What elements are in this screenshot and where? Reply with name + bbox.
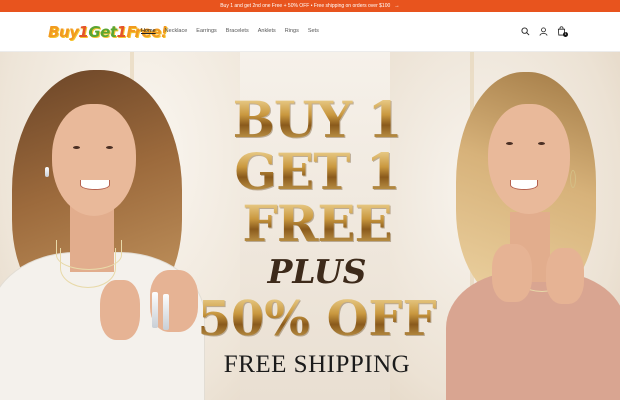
- main-nav: Home Necklace Earrings Bracelets Anklets…: [141, 28, 319, 34]
- headline-discount: 50% OFF: [188, 292, 446, 346]
- announcement-bar[interactable]: Buy 1 and get 2nd one Free + 50% OFF • F…: [0, 0, 620, 12]
- arrow-right-icon: →: [394, 3, 400, 9]
- nav-rings[interactable]: Rings: [285, 28, 299, 34]
- nav-necklace[interactable]: Necklace: [165, 28, 188, 34]
- headline-free-shipping: FREE SHIPPING: [223, 351, 411, 378]
- nav-bracelets[interactable]: Bracelets: [226, 28, 249, 34]
- nav-sets[interactable]: Sets: [308, 28, 319, 34]
- model-right-image: [440, 52, 620, 400]
- headline-plus: PLUS: [267, 252, 367, 291]
- model-left-image: [0, 52, 210, 400]
- hero-banner[interactable]: BUY 1 GET 1 FREE PLUS 50% OFF FREE SHIPP…: [0, 52, 620, 400]
- headline-buy-1: BUY 1: [188, 94, 446, 146]
- cart-icon[interactable]: 1: [556, 25, 568, 37]
- header-icons: 1: [520, 25, 568, 37]
- announcement-text: Buy 1 and get 2nd one Free + 50% OFF • F…: [220, 3, 391, 9]
- cart-count-badge: 1: [563, 32, 568, 37]
- site-header: Buy1Get1Free! Home Necklace Earrings Bra…: [0, 12, 620, 52]
- nav-earrings[interactable]: Earrings: [196, 28, 216, 34]
- account-icon[interactable]: [538, 25, 548, 37]
- nav-anklets[interactable]: Anklets: [258, 28, 276, 34]
- nav-home[interactable]: Home: [141, 28, 156, 34]
- headline-free: FREE: [188, 198, 446, 250]
- headline-get-1: GET 1: [188, 146, 446, 198]
- hero-headline: BUY 1 GET 1 FREE PLUS 50% OFF FREE SHIPP…: [188, 94, 446, 380]
- search-icon[interactable]: [520, 25, 530, 37]
